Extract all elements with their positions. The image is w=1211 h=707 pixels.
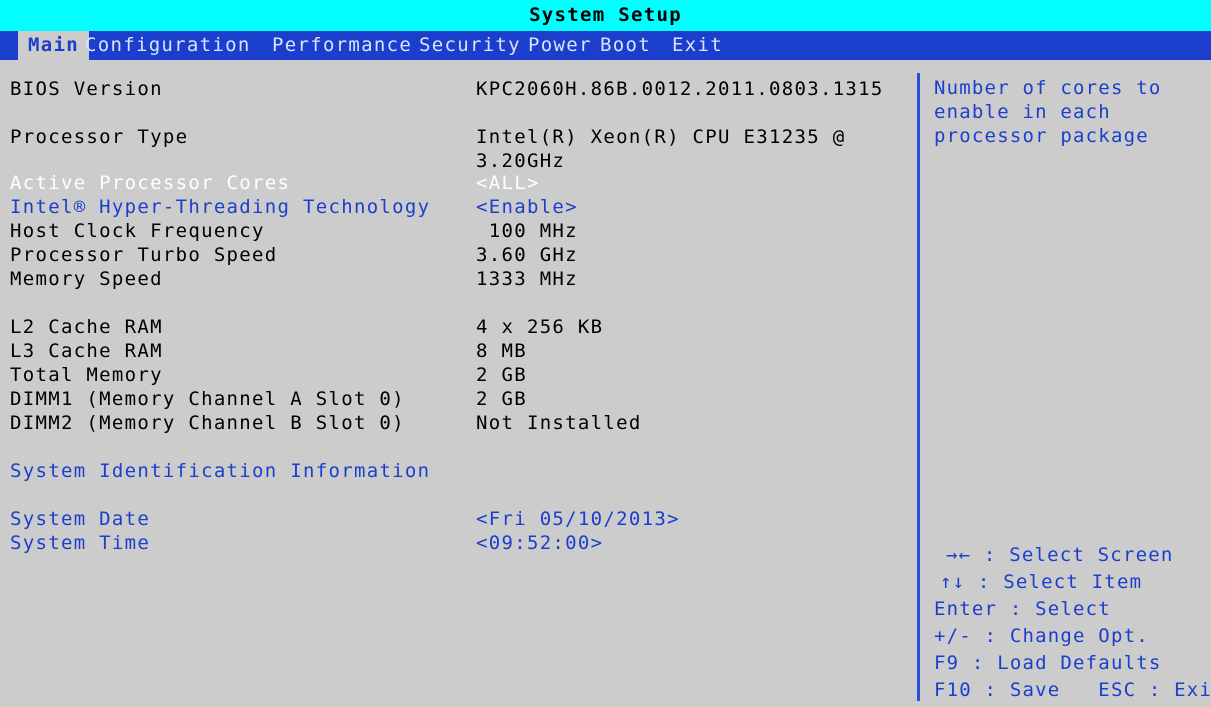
setting-value[interactable]: <Enable> xyxy=(476,195,578,219)
key-legend: →← : Select Screen ↑↓ : Select Item Enter … xyxy=(934,542,1211,704)
setting-value: 1333 MHz xyxy=(476,268,578,290)
setting-value: 4 x 256 KB xyxy=(476,316,604,338)
legend-line: →← : Select Screen xyxy=(946,544,1174,566)
legend-line: Enter : Select xyxy=(934,598,1111,620)
setting-label: System Identification Information xyxy=(10,460,431,482)
setting-row-memory-speed: Memory Speed 1333 MHz xyxy=(0,267,900,291)
setting-row-system-identification-information[interactable]: System Identification Information xyxy=(0,459,900,483)
setting-row-system-date[interactable]: System Date <Fri 05/10/2013> xyxy=(0,507,900,531)
setting-value[interactable]: <ALL> xyxy=(476,171,540,195)
legend-line: F10 : Save ESC : Exit xyxy=(934,679,1211,701)
setting-row-l3-cache-ram: L3 Cache RAM 8 MB xyxy=(0,339,900,363)
menu-item-boot[interactable]: Boot xyxy=(590,31,661,60)
setting-row-dimm1-memory-channel-a-slot-0: DIMM1 (Memory Channel A Slot 0) 2 GB xyxy=(0,387,900,411)
setting-label: Processor Turbo Speed xyxy=(10,244,278,266)
setting-value: Intel(R) Xeon(R) CPU E31235 @ xyxy=(476,126,846,148)
setting-row-bios-version: BIOS Version KPC2060H.86B.0012.2011.0803.… xyxy=(0,77,900,101)
help-panel-text: Number of cores to enable in each proces… xyxy=(934,77,1162,147)
setting-row-host-clock-frequency: Host Clock Frequency 100 MHz xyxy=(0,219,900,243)
setting-row-processor-type: Processor Type Intel(R) Xeon(R) CPU E3123… xyxy=(0,125,900,172)
menu-item-performance[interactable]: Performance xyxy=(262,31,422,60)
menu-bar[interactable]: Main Configuration Performance Security Powe… xyxy=(0,31,1211,60)
setting-row-system-time[interactable]: System Time <09:52:00> xyxy=(0,531,900,555)
setting-value: 2 GB xyxy=(476,364,527,386)
setting-value: 8 MB xyxy=(476,340,527,362)
setting-label: Processor Type xyxy=(10,126,189,148)
setting-label: Memory Speed xyxy=(10,268,163,290)
setting-row-intel-hyper-threading-technology[interactable]: Intel® Hyper-Threading Technology <Enable… xyxy=(0,195,900,219)
setting-label: L2 Cache RAM xyxy=(10,316,163,338)
setting-value-continued: 3.20GHz xyxy=(476,150,566,172)
setting-label: L3 Cache RAM xyxy=(10,340,163,362)
setting-label: DIMM2 (Memory Channel B Slot 0) xyxy=(10,412,405,434)
setting-value: Not Installed xyxy=(476,412,642,434)
menu-item-configuration[interactable]: Configuration xyxy=(75,31,261,60)
setting-value: KPC2060H.86B.0012.2011.0803.1315 xyxy=(476,78,884,100)
legend-line: +/- : Change Opt. xyxy=(934,625,1149,647)
setting-value: 2 GB xyxy=(476,388,527,410)
setting-row-active-processor-cores[interactable]: Active Processor Cores <ALL> xyxy=(0,171,900,195)
setting-label: DIMM1 (Memory Channel A Slot 0) xyxy=(10,388,405,410)
setting-row-l2-cache-ram: L2 Cache RAM 4 x 256 KB xyxy=(0,315,900,339)
menu-item-security[interactable]: Security xyxy=(409,31,531,60)
setting-value: 3.60 GHz xyxy=(476,244,578,266)
title-bar: System Setup xyxy=(0,0,1211,31)
menu-item-exit[interactable]: Exit xyxy=(662,31,733,60)
setting-label: Total Memory xyxy=(10,364,163,386)
content-area: BIOS Version KPC2060H.86B.0012.2011.0803.… xyxy=(0,60,1211,707)
setting-row-processor-turbo-speed: Processor Turbo Speed 3.60 GHz xyxy=(0,243,900,267)
setting-value[interactable]: <09:52:00> xyxy=(476,531,603,555)
setting-label: Intel® Hyper-Threading Technology xyxy=(10,196,431,218)
setting-label: System Date xyxy=(10,508,151,530)
setting-label: Active Processor Cores xyxy=(10,172,291,194)
setting-row-total-memory: Total Memory 2 GB xyxy=(0,363,900,387)
page-title: System Setup xyxy=(529,4,682,26)
panel-divider xyxy=(917,73,920,701)
setting-value[interactable]: <Fri 05/10/2013> xyxy=(476,507,680,531)
setting-label: BIOS Version xyxy=(10,78,163,100)
setting-label: System Time xyxy=(10,532,151,554)
legend-line: ↑↓ : Select Item xyxy=(940,571,1143,593)
setting-label: Host Clock Frequency xyxy=(10,220,265,242)
setting-row-dimm2-memory-channel-b-slot-0: DIMM2 (Memory Channel B Slot 0) Not Insta… xyxy=(0,411,900,435)
setting-value: 100 MHz xyxy=(476,220,578,242)
bios-setup-screen: System Setup Main Configuration Performanc… xyxy=(0,0,1211,707)
legend-line: F9 : Load Defaults xyxy=(934,652,1162,674)
